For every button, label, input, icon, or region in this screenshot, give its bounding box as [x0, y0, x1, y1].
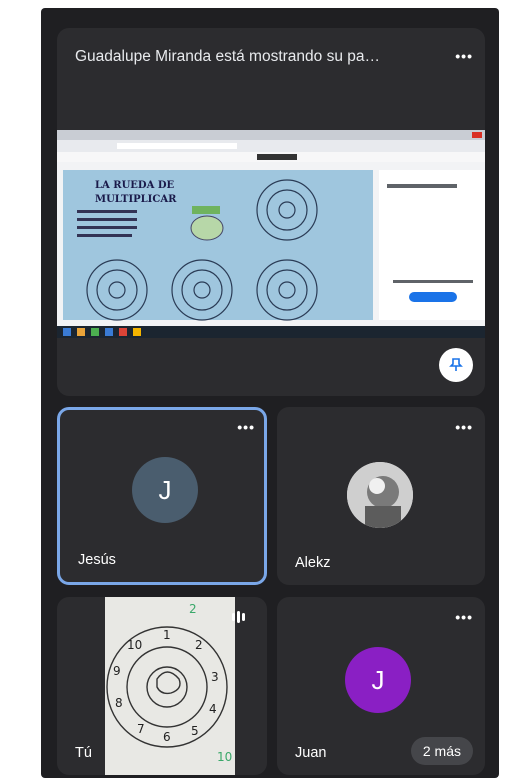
- participant-name: Tú: [75, 745, 92, 761]
- shared-screen: LA RUEDA DE MULTIPLICAR: [57, 130, 485, 338]
- shared-screen-image: LA RUEDA DE MULTIPLICAR: [57, 130, 485, 338]
- avatar: J: [345, 647, 411, 713]
- participant-tile-self[interactable]: 2 10 10 1 2 9 3 8 4 7 6 5 Tú: [57, 597, 267, 775]
- participant-name: Jesús: [78, 552, 116, 568]
- avatar: J: [132, 457, 198, 523]
- self-camera-feed: 2 10 10 1 2 9 3 8 4 7 6 5: [105, 597, 235, 775]
- wheel-number: 2: [189, 602, 197, 616]
- wheel-number: 6: [163, 730, 171, 744]
- audio-level-icon: [232, 611, 245, 623]
- presentation-title: Guadalupe Miranda está mostrando su pa…: [75, 48, 381, 65]
- wheel-number: 2: [195, 638, 203, 652]
- wheel-number: 8: [115, 696, 123, 710]
- pin-button[interactable]: [439, 348, 473, 382]
- participant-tile-alekz[interactable]: ••• Alekz: [277, 407, 485, 585]
- participant-tile-juan[interactable]: ••• J Juan 2 más: [277, 597, 485, 775]
- participant-name: Alekz: [295, 555, 331, 571]
- pin-icon: [449, 358, 463, 371]
- avatar-initial: J: [371, 664, 385, 695]
- more-dots-icon[interactable]: •••: [455, 609, 473, 625]
- avatar-initial: J: [158, 474, 172, 505]
- wheel-number: 4: [209, 702, 217, 716]
- wheel-number: 10: [127, 638, 142, 652]
- participant-tile-jesus[interactable]: ••• J Jesús: [57, 407, 267, 585]
- presentation-tile[interactable]: Guadalupe Miranda está mostrando su pa… …: [57, 28, 485, 396]
- more-participants-button[interactable]: 2 más: [410, 737, 473, 765]
- wheel-number: 3: [211, 670, 219, 684]
- more-dots-icon[interactable]: •••: [237, 419, 255, 435]
- wheel-number: 7: [137, 722, 145, 736]
- wheel-number: 1: [163, 628, 171, 642]
- participant-name: Juan: [295, 745, 327, 761]
- meet-app-window: Guadalupe Miranda está mostrando su pa… …: [41, 8, 499, 778]
- avatar-photo: [347, 462, 413, 528]
- wheel-number: 9: [113, 664, 121, 678]
- worksheet-title-2: MULTIPLICAR: [95, 194, 177, 205]
- more-dots-icon[interactable]: •••: [455, 419, 473, 435]
- wheel-number: 10: [217, 750, 232, 764]
- wheel-number: 5: [191, 724, 199, 738]
- worksheet-title-1: LA RUEDA DE: [95, 180, 175, 191]
- more-dots-icon[interactable]: •••: [455, 48, 473, 64]
